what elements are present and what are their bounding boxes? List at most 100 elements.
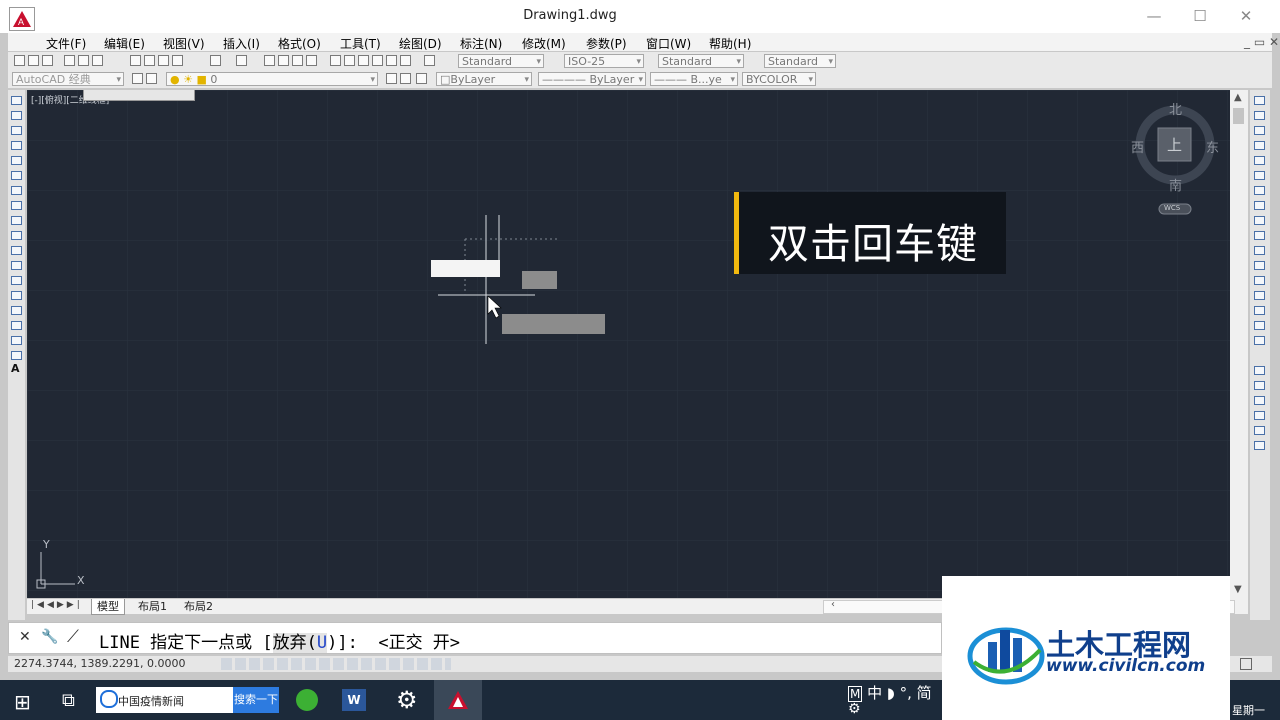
zoom-window-icon[interactable] <box>292 55 303 66</box>
draworder-under-icon[interactable] <box>1254 411 1265 420</box>
command-line[interactable]: ✕ 🔧 ⟋ LINE 指定下一点或 [放弃(U)]: <正交 开> <box>8 622 942 654</box>
menu-draw[interactable]: 绘图(D) <box>399 35 442 52</box>
layer-previous-icon[interactable] <box>400 73 411 84</box>
xline-tool-icon[interactable] <box>11 111 22 120</box>
viewcube-south[interactable]: 南 <box>1169 175 1182 194</box>
hatch-tool-icon[interactable] <box>11 306 22 315</box>
layer-manager-icon[interactable] <box>146 73 157 84</box>
new-icon[interactable] <box>14 55 25 66</box>
dim-style-select[interactable]: ISO-25 ▾ <box>564 54 644 68</box>
mtext-tool-icon[interactable]: A <box>11 362 20 375</box>
workspace-select[interactable]: AutoCAD 经典 ▾ <box>12 72 124 86</box>
help-icon[interactable] <box>424 55 435 66</box>
markup-icon[interactable] <box>386 55 397 66</box>
array-tool-icon[interactable] <box>1254 156 1265 165</box>
spline-tool-icon[interactable] <box>11 216 22 225</box>
lineweight-select[interactable]: ——— B...ye ▾ <box>650 72 738 86</box>
undo-icon[interactable] <box>210 55 221 66</box>
color-select[interactable]: □ByLayer ▾ <box>436 72 532 86</box>
design-center-icon[interactable] <box>344 55 355 66</box>
hatch-back-icon[interactable] <box>1254 441 1265 450</box>
tab-nav-arrows-icon[interactable]: |◀◀▶▶| <box>31 600 83 610</box>
search-input[interactable]: 中国疫情新闻 <box>96 687 233 713</box>
region-tool-icon[interactable] <box>11 336 22 345</box>
sheet-set-icon[interactable] <box>372 55 383 66</box>
offset-tool-icon[interactable] <box>1254 141 1265 150</box>
maximize-button[interactable]: ☐ <box>1178 5 1222 27</box>
menu-dimension[interactable]: 标注(N) <box>460 35 502 52</box>
scroll-down-icon[interactable]: ▼ <box>1234 584 1242 595</box>
arc-tool-icon[interactable] <box>11 171 22 180</box>
mdi-controls-icon[interactable]: _ ▭ ✕ <box>1244 35 1279 49</box>
zoom-mini-toolbar[interactable] <box>83 90 195 101</box>
scroll-left-icon[interactable]: ‹ <box>831 599 835 610</box>
cut-icon[interactable] <box>130 55 141 66</box>
plot-icon[interactable] <box>64 55 75 66</box>
menu-window[interactable]: 窗口(W) <box>646 35 691 52</box>
match-properties-icon[interactable] <box>172 55 183 66</box>
wcs-button[interactable]: WCS <box>1164 204 1180 212</box>
preview-icon[interactable] <box>78 55 89 66</box>
break-tool-icon[interactable] <box>1254 261 1265 270</box>
drawing-canvas[interactable]: [-][俯视][二维线框] Y X 北 南 东 西 上 WCS <box>27 90 1230 598</box>
menu-help[interactable]: 帮助(H) <box>709 35 751 52</box>
stretch-tool-icon[interactable] <box>1254 216 1265 225</box>
viewcube-east[interactable]: 东 <box>1206 137 1219 156</box>
polygon-tool-icon[interactable] <box>11 141 22 150</box>
mirror-tool-icon[interactable] <box>1254 126 1265 135</box>
scroll-thumb[interactable] <box>1233 108 1244 124</box>
windows-start-icon[interactable]: ⊞ <box>14 690 31 714</box>
copy-tool-icon[interactable] <box>1254 111 1265 120</box>
command-option-undo[interactable]: 放弃(U <box>272 633 328 653</box>
insert-block-icon[interactable] <box>11 261 22 270</box>
chamfer-tool-icon[interactable] <box>1254 291 1265 300</box>
calculator-icon[interactable] <box>400 55 411 66</box>
menu-format[interactable]: 格式(O) <box>278 35 321 52</box>
table-style-select[interactable]: Standard ▾ <box>658 54 744 68</box>
move-tool-icon[interactable] <box>1254 171 1265 180</box>
layer-select[interactable]: ● ☀ ■ 0 ▾ <box>166 72 378 86</box>
gradient-tool-icon[interactable] <box>11 321 22 330</box>
join-tool-icon[interactable] <box>1254 276 1265 285</box>
customize-icon[interactable]: 🔧 <box>41 629 58 645</box>
viewcube-west[interactable]: 西 <box>1131 137 1144 156</box>
ellipse-arc-tool-icon[interactable] <box>11 246 22 255</box>
trim-tool-icon[interactable] <box>1254 231 1265 240</box>
search-button[interactable]: 搜索一下 <box>233 687 279 713</box>
save-icon[interactable] <box>42 55 53 66</box>
table-tool-icon[interactable] <box>11 351 22 360</box>
paste-icon[interactable] <box>158 55 169 66</box>
settings-gear-icon[interactable]: ⚙ <box>396 686 418 714</box>
drafting-toggles[interactable] <box>221 658 451 670</box>
explode-tool-icon[interactable] <box>1254 336 1265 345</box>
autocad-taskbar-icon[interactable] <box>434 680 482 720</box>
menu-parametric[interactable]: 参数(P) <box>586 35 627 52</box>
draworder-tool-icon[interactable] <box>1254 366 1265 375</box>
scroll-up-icon[interactable]: ▲ <box>1234 92 1242 103</box>
close-command-icon[interactable]: ✕ <box>19 629 31 645</box>
draworder-above-icon[interactable] <box>1254 396 1265 405</box>
tool-palettes-icon[interactable] <box>358 55 369 66</box>
system-tray[interactable]: M 中 ◗ °, 简 <box>848 682 932 703</box>
browser-360-icon[interactable] <box>296 689 318 711</box>
rotate-tool-icon[interactable] <box>1254 186 1265 195</box>
tab-model[interactable]: 模型 <box>91 599 125 615</box>
rectangle-tool-icon[interactable] <box>11 156 22 165</box>
scale-tool-icon[interactable] <box>1254 201 1265 210</box>
open-icon[interactable] <box>28 55 39 66</box>
tray-settings-icon[interactable]: ⚙ <box>848 701 861 717</box>
copy-icon[interactable] <box>144 55 155 66</box>
draworder-back-icon[interactable] <box>1254 381 1265 390</box>
workspace-settings-icon[interactable] <box>132 73 143 84</box>
vertical-scrollbar[interactable]: ▲ ▼ <box>1230 90 1248 600</box>
minimize-button[interactable]: — <box>1132 5 1176 27</box>
layer-state-icon[interactable] <box>416 73 427 84</box>
circle-tool-icon[interactable] <box>11 186 22 195</box>
polyline-tool-icon[interactable] <box>11 126 22 135</box>
make-block-icon[interactable] <box>11 276 22 285</box>
revcloud-tool-icon[interactable] <box>11 201 22 210</box>
word-icon[interactable]: W <box>342 689 366 711</box>
text-style-select[interactable]: Standard ▾ <box>458 54 544 68</box>
publish-icon[interactable] <box>92 55 103 66</box>
point-tool-icon[interactable] <box>11 291 22 300</box>
